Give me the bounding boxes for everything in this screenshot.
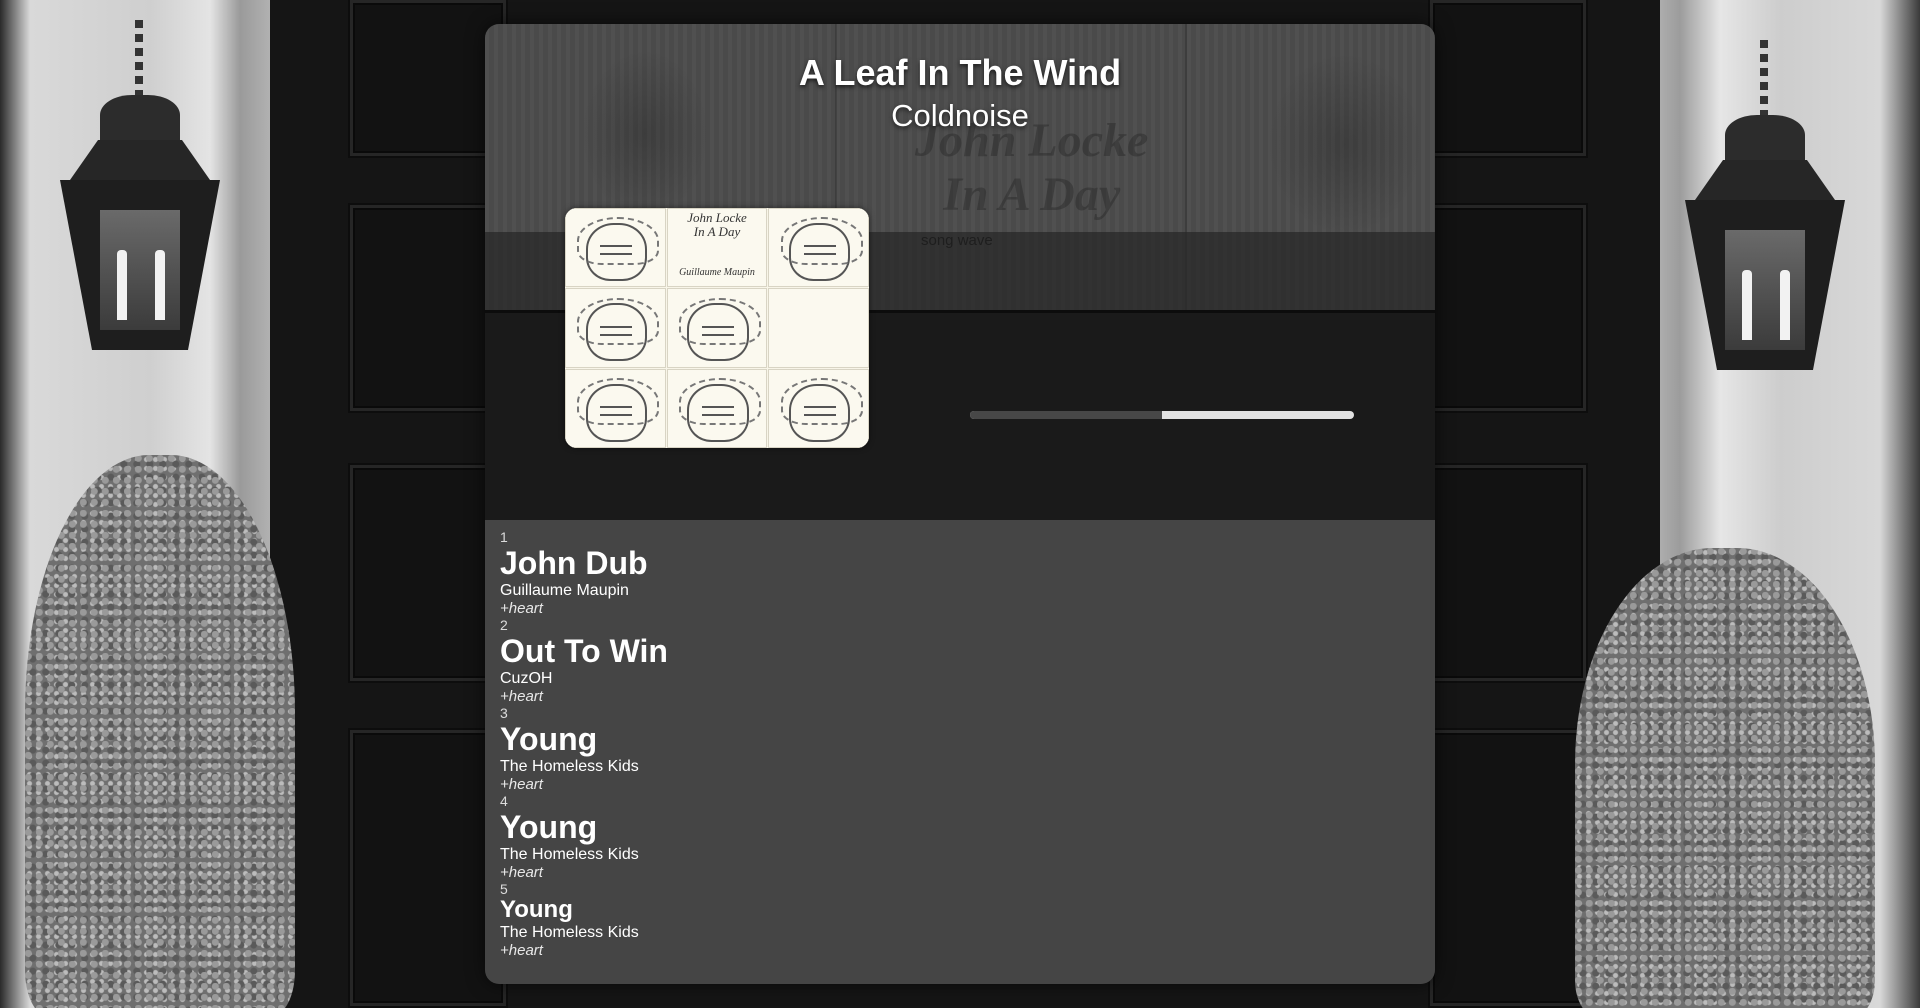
track-number: 4 [500, 793, 508, 809]
portrait-sketch [577, 217, 660, 282]
track-artist: The Homeless Kids [500, 758, 639, 775]
door-panel [1430, 205, 1586, 411]
door-panel [1430, 465, 1586, 681]
playlist: 1 John Dub Guillaume Maupin +heart 2 Out… [485, 520, 1435, 984]
track-title: John Dub [500, 545, 648, 581]
playlist-item[interactable]: 2 Out To Win CuzOH +heart [500, 618, 1420, 706]
heart-button[interactable]: +heart [500, 942, 1420, 960]
portrait-sketch [679, 377, 762, 442]
track-title: Young [500, 721, 598, 757]
track-title: Out To Win [500, 633, 668, 669]
portrait-sketch [577, 297, 660, 362]
track-title: Young [500, 809, 598, 845]
door-panel [350, 0, 506, 156]
door-panel [350, 730, 506, 1006]
right-bush [1575, 548, 1875, 1008]
door-panel [1430, 0, 1586, 156]
heart-button[interactable]: +heart [500, 776, 1420, 794]
portrait-sketch [780, 377, 863, 442]
song-title: A Leaf In The Wind [798, 52, 1122, 93]
heart-button[interactable]: +heart [500, 688, 1420, 706]
heart-button[interactable]: +heart [500, 864, 1420, 882]
track-title: Young [500, 896, 573, 923]
left-bush [25, 455, 295, 1008]
portrait-sketch [679, 297, 762, 362]
album-cover-title: John Locke In A Day [687, 210, 747, 239]
track-artist: Guillaume Maupin [500, 582, 629, 599]
track-artist: CuzOH [500, 670, 553, 687]
progress-bar[interactable] [970, 411, 1354, 419]
music-player: John Locke In A Day A Leaf In The Wind C… [485, 24, 1435, 984]
song-artist: Coldnoise [891, 98, 1029, 133]
door-panel [350, 205, 506, 411]
track-number: 5 [500, 881, 508, 897]
right-lantern [1670, 40, 1860, 400]
track-artist: The Homeless Kids [500, 924, 639, 941]
track-artist: The Homeless Kids [500, 846, 639, 863]
portrait-sketch [577, 377, 660, 442]
playlist-item[interactable]: 1 John Dub Guillaume Maupin +heart [500, 530, 1420, 618]
track-number: 3 [500, 705, 508, 721]
progress-fill [970, 411, 1162, 419]
door-panel [1430, 730, 1586, 1006]
song-wave: song wave [921, 232, 993, 249]
track-number: 2 [500, 617, 508, 633]
left-lantern [45, 20, 235, 380]
album-art: John Locke In A Day Guillaume Maupin [565, 208, 869, 448]
heart-button[interactable]: +heart [500, 600, 1420, 618]
track-number: 1 [500, 529, 508, 545]
playlist-item[interactable]: 5 Young The Homeless Kids +heart [500, 882, 1420, 960]
playlist-item[interactable]: 4 Young The Homeless Kids +heart [500, 794, 1420, 882]
door-panel [350, 465, 506, 681]
playlist-item[interactable]: 3 Young The Homeless Kids +heart [500, 706, 1420, 794]
portrait-sketch [780, 217, 863, 282]
album-cover-artist: Guillaume Maupin [679, 267, 755, 279]
